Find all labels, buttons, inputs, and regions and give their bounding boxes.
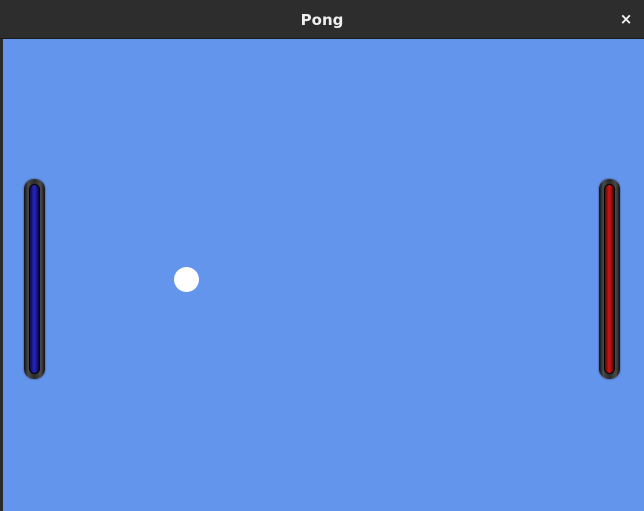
left-paddle-core [29,184,40,374]
game-window: Pong × [0,0,644,511]
right-paddle-core [604,184,615,374]
close-button[interactable]: × [616,9,636,29]
ball [174,267,199,292]
title-bar[interactable]: Pong × [0,0,644,39]
window-title: Pong [300,11,344,29]
game-canvas[interactable] [3,39,644,511]
right-paddle [599,179,620,379]
left-paddle [24,179,45,379]
